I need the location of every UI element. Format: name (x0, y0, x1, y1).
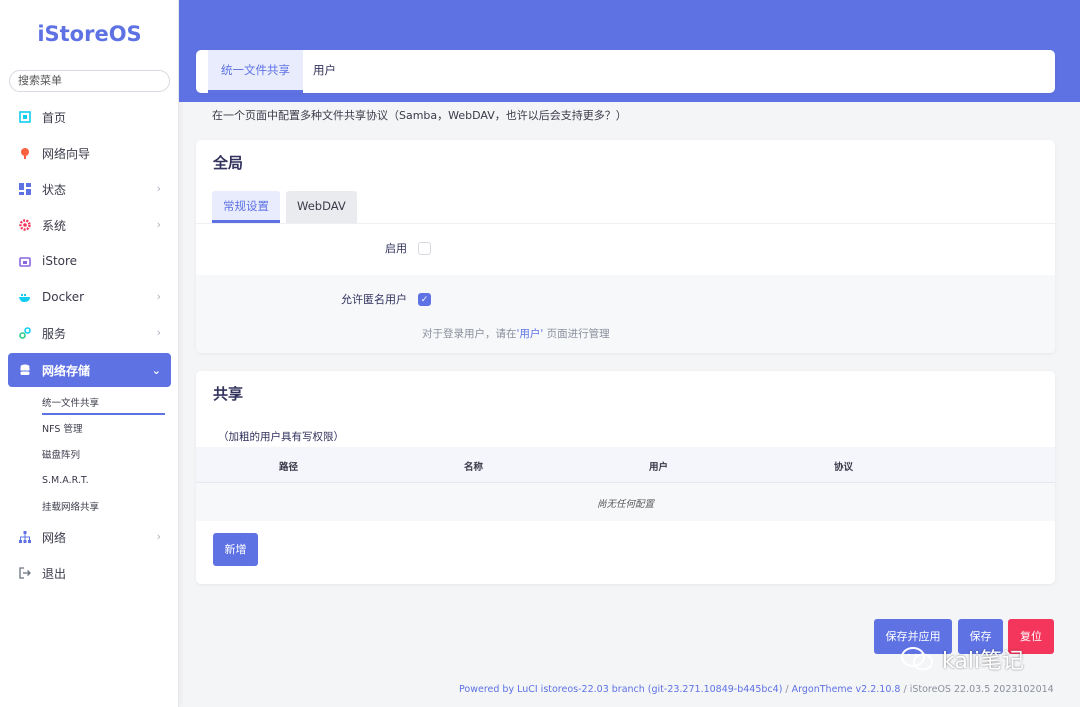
sidebar-item-label: 网络 (42, 530, 67, 545)
anonymous-label: 允许匿名用户 (341, 293, 407, 306)
sidebar-item-istore[interactable]: iStore (0, 243, 179, 279)
sidebar-nav: 首页 网络向导 状态 › 系统 › iStore Docker › 服务 › 网… (0, 99, 179, 591)
tab-users[interactable]: 用户 (300, 50, 349, 93)
footer-separator: / (782, 684, 792, 695)
sidebar-item-label: 网络存储 (42, 363, 91, 378)
wizard-icon (18, 146, 32, 160)
sidebar-subitem-nfs[interactable]: NFS 管理 (42, 415, 179, 441)
footer: Powered by LuCI istoreos-22.03 branch (g… (459, 684, 1054, 695)
database-icon (18, 363, 32, 377)
add-button[interactable]: 新增 (213, 533, 258, 566)
logout-icon (18, 566, 32, 580)
enable-label: 启用 (385, 242, 407, 255)
watermark-text: kali笔记 (942, 649, 1025, 674)
enable-row: 启用 (196, 223, 1055, 275)
search-input[interactable]: 搜索菜单 (9, 70, 170, 92)
hint-text: 页面进行管理 (546, 328, 610, 340)
sidebar-item-label: 退出 (42, 566, 67, 581)
sidebar: iStoreOS 搜索菜单 首页 网络向导 状态 › 系统 › iStore D… (0, 0, 179, 707)
anonymous-hint: 对于登录用户，请在'用户' 页面进行管理 (422, 326, 610, 341)
sidebar-item-docker[interactable]: Docker › (0, 279, 179, 315)
sidebar-item-wizard[interactable]: 网络向导 (0, 135, 179, 171)
section-title: 全局 (213, 154, 244, 172)
column-header: 用户 (649, 462, 669, 473)
sidebar-item-label: 状态 (42, 182, 67, 197)
chevron-right-icon: › (156, 326, 161, 339)
sidebar-item-logout[interactable]: 退出 (0, 555, 179, 591)
tab-unishare[interactable]: 统一文件共享 (208, 50, 303, 93)
table-body: 尚无任何配置 (196, 483, 1055, 521)
footer-powered-link[interactable]: Powered by LuCI istoreos-22.03 branch (g… (459, 684, 782, 695)
chevron-right-icon: › (156, 218, 161, 231)
sidebar-item-label: 首页 (42, 110, 67, 125)
enable-checkbox[interactable] (418, 242, 431, 255)
table-header: 路径 名称 用户 协议 (196, 447, 1055, 483)
sidebar-item-label: 网络向导 (42, 146, 91, 161)
network-icon (18, 530, 32, 544)
share-section: 共享 （加粗的用户具有写权限） 路径 名称 用户 协议 尚无任何配置 新增 (196, 371, 1055, 584)
footer-theme-link[interactable]: ArgonTheme v2.2.10.8 (792, 684, 901, 695)
sidebar-item-status[interactable]: 状态 › (0, 171, 179, 207)
users-link[interactable]: '用户' (517, 328, 544, 340)
hint-text: 对于登录用户，请在 (422, 328, 517, 340)
empty-placeholder: 尚无任何配置 (596, 499, 654, 510)
sidebar-item-services[interactable]: 服务 › (0, 315, 179, 351)
chevron-right-icon: › (156, 182, 161, 195)
sidebar-subitem-netmount[interactable]: 挂载网络共享 (42, 493, 179, 519)
subtab-general[interactable]: 常规设置 (212, 191, 280, 223)
chevron-right-icon: › (156, 290, 161, 303)
link-icon (18, 326, 32, 340)
wechat-icon (901, 647, 933, 671)
sidebar-item-label: Docker (42, 290, 85, 304)
page-tabs: 统一文件共享 用户 (196, 50, 1055, 93)
column-header: 路径 (279, 462, 299, 473)
home-icon (18, 110, 32, 124)
watermark: kali笔记 (900, 643, 1024, 675)
sidebar-subitem-smart[interactable]: S.M.A.R.T. (42, 467, 179, 493)
column-header: 名称 (464, 462, 484, 473)
sidebar-item-system[interactable]: 系统 › (0, 207, 179, 243)
footer-version: iStoreOS 22.03.5 2023102014 (909, 684, 1054, 695)
gear-icon (18, 218, 32, 232)
sidebar-item-network[interactable]: 网络 › (0, 519, 179, 555)
dashboard-icon (18, 182, 32, 196)
chevron-down-icon: ⌄ (151, 364, 161, 377)
logo[interactable]: iStoreOS (0, 22, 179, 46)
share-note: （加粗的用户具有写权限） (218, 431, 344, 443)
docker-icon (18, 290, 32, 304)
sidebar-subnav: 统一文件共享 NFS 管理 磁盘阵列 S.M.A.R.T. 挂载网络共享 (0, 389, 179, 519)
chevron-right-icon: › (156, 530, 161, 543)
anonymous-checkbox[interactable]: ✓ (418, 293, 431, 306)
subtab-webdav[interactable]: WebDAV (286, 191, 357, 223)
sidebar-item-label: 系统 (42, 218, 67, 233)
page-description: 在一个页面中配置多种文件共享协议（Samba，WebDAV，也许以后会支持更多？… (212, 109, 627, 122)
section-title: 共享 (213, 385, 244, 403)
footer-separator: / (900, 684, 910, 695)
column-header: 协议 (834, 462, 854, 473)
store-icon (18, 254, 32, 268)
sidebar-item-home[interactable]: 首页 (0, 99, 179, 135)
sidebar-item-label: 服务 (42, 326, 67, 341)
anonymous-row: 允许匿名用户 ✓ 对于登录用户，请在'用户' 页面进行管理 (196, 275, 1055, 353)
sidebar-item-label: iStore (42, 254, 78, 268)
global-section: 全局 常规设置 WebDAV 启用 允许匿名用户 ✓ 对于登录用户，请在'用户'… (196, 140, 1055, 353)
sidebar-item-storage[interactable]: 网络存储 ⌄ (8, 353, 171, 387)
sidebar-subitem-unishare[interactable]: 统一文件共享 (42, 389, 179, 415)
sidebar-subitem-raid[interactable]: 磁盘阵列 (42, 441, 179, 467)
